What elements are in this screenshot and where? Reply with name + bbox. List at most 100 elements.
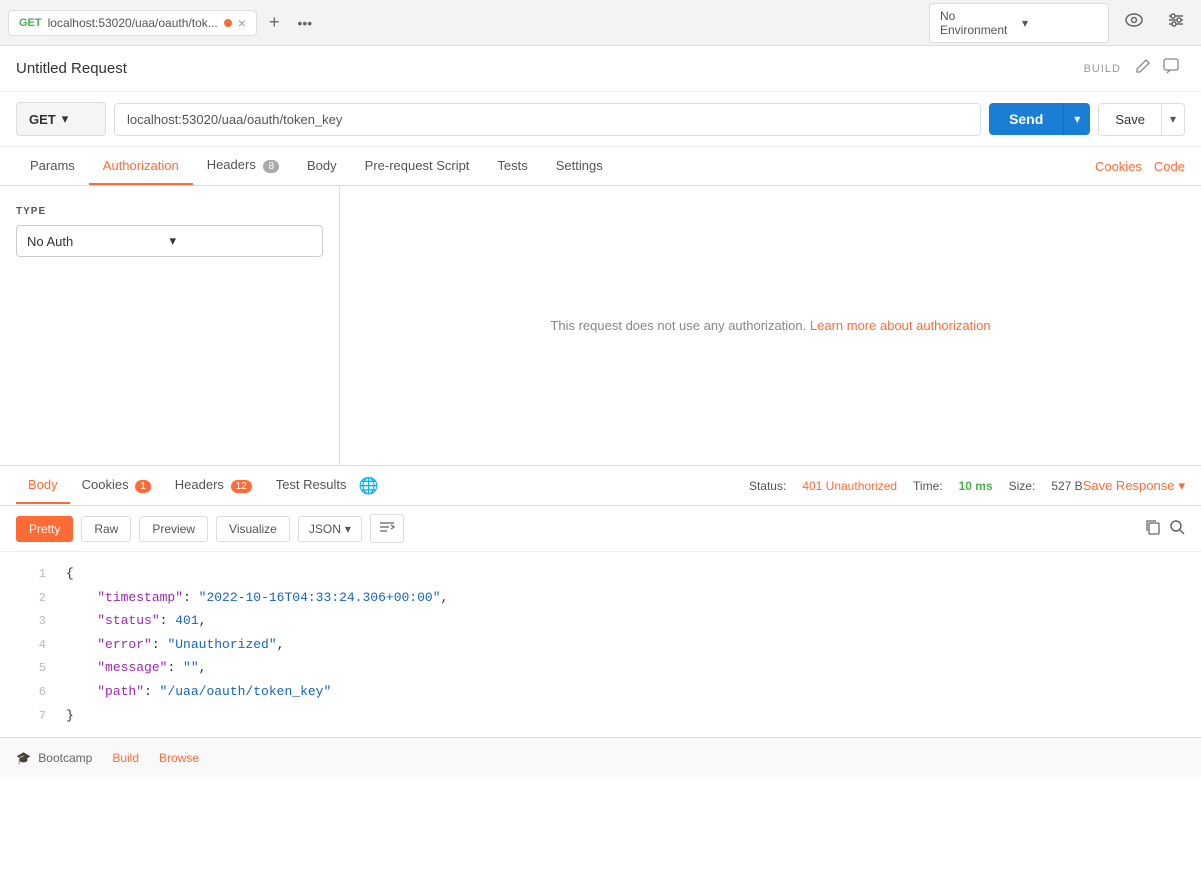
auth-type-value: No Auth bbox=[27, 234, 170, 249]
search-icon bbox=[1169, 519, 1185, 535]
json-line-4: 4 "error" : "Unauthorized" , bbox=[0, 633, 1201, 657]
time-value: 10 ms bbox=[959, 479, 993, 493]
copy-icon-button[interactable] bbox=[1145, 519, 1161, 539]
toolbar-right bbox=[1145, 519, 1185, 539]
save-button-group: Save ▾ bbox=[1098, 103, 1185, 136]
search-icon-button[interactable] bbox=[1169, 519, 1185, 539]
json-line-6: 6 "path" : "/uaa/oauth/token_key" bbox=[0, 680, 1201, 704]
top-bar: GET localhost:53020/uaa/oauth/tok... × +… bbox=[0, 0, 1201, 46]
response-tabs-bar: Body Cookies 1 Headers 12 Test Results 🌐… bbox=[0, 466, 1201, 506]
response-section: Body Cookies 1 Headers 12 Test Results 🌐… bbox=[0, 466, 1201, 737]
pretty-view-button[interactable]: Pretty bbox=[16, 516, 73, 542]
response-tab-test-results[interactable]: Test Results bbox=[264, 467, 359, 504]
preview-view-button[interactable]: Preview bbox=[139, 516, 208, 542]
build-label: BUILD bbox=[1084, 63, 1121, 75]
auth-main: This request does not use any authorizat… bbox=[340, 186, 1201, 465]
edit-icon-button[interactable] bbox=[1129, 54, 1157, 83]
auth-section: TYPE No Auth This request does not use a… bbox=[0, 186, 1201, 466]
format-select[interactable]: JSON bbox=[298, 516, 362, 542]
method-value: GET bbox=[29, 112, 56, 127]
save-button[interactable]: Save bbox=[1099, 104, 1161, 135]
status-label: Status: bbox=[749, 479, 786, 493]
env-dropdown[interactable]: No Environment bbox=[929, 3, 1109, 43]
send-dropdown-button[interactable]: ▾ bbox=[1063, 103, 1090, 135]
settings-icon-button[interactable] bbox=[1159, 7, 1193, 38]
method-select[interactable]: GET bbox=[16, 102, 106, 136]
auth-type-chevron-icon bbox=[170, 233, 313, 249]
bootcamp-label: 🎓 Bootcamp bbox=[16, 751, 92, 765]
send-button-group: Send ▾ bbox=[989, 103, 1090, 135]
tab-params[interactable]: Params bbox=[16, 148, 89, 185]
status-code: 401 Unauthorized bbox=[802, 479, 897, 493]
tab-settings[interactable]: Settings bbox=[542, 148, 617, 185]
method-chevron-icon bbox=[62, 111, 69, 127]
cookies-link[interactable]: Cookies bbox=[1095, 159, 1142, 174]
wrap-button[interactable] bbox=[370, 514, 404, 543]
size-label: Size: bbox=[1009, 479, 1036, 493]
response-toolbar: Pretty Raw Preview Visualize JSON bbox=[0, 506, 1201, 552]
browse-link[interactable]: Browse bbox=[159, 751, 199, 765]
tab-method: GET bbox=[19, 17, 42, 29]
type-label: TYPE bbox=[16, 206, 323, 217]
env-value: No Environment bbox=[940, 9, 1016, 37]
request-tab[interactable]: GET localhost:53020/uaa/oauth/tok... × bbox=[8, 10, 257, 36]
response-tab-body[interactable]: Body bbox=[16, 467, 70, 504]
tab-authorization[interactable]: Authorization bbox=[89, 148, 193, 185]
tab-url: localhost:53020/uaa/oauth/tok... bbox=[48, 16, 218, 30]
env-chevron-icon bbox=[1022, 16, 1098, 30]
tabs-right-links: Cookies Code bbox=[1095, 159, 1185, 174]
request-title: Untitled Request bbox=[16, 60, 1084, 77]
send-button[interactable]: Send bbox=[989, 103, 1063, 135]
request-tabs-bar: Params Authorization Headers 8 Body Pre-… bbox=[0, 147, 1201, 186]
comment-icon bbox=[1163, 58, 1179, 74]
json-line-7: 7 } bbox=[0, 704, 1201, 728]
format-chevron-icon bbox=[345, 522, 351, 536]
code-link[interactable]: Code bbox=[1154, 159, 1185, 174]
visualize-view-button[interactable]: Visualize bbox=[216, 516, 290, 542]
eye-icon bbox=[1125, 13, 1143, 27]
save-response-button[interactable]: Save Response ▾ bbox=[1083, 478, 1185, 494]
size-value: 527 B bbox=[1051, 479, 1082, 493]
url-input[interactable] bbox=[114, 103, 981, 136]
response-meta: Status: 401 Unauthorized Time: 10 ms Siz… bbox=[749, 479, 1083, 493]
json-line-2: 2 "timestamp" : "2022-10-16T04:33:24.306… bbox=[0, 586, 1201, 610]
response-tab-cookies[interactable]: Cookies 1 bbox=[70, 467, 163, 505]
tab-prerequest[interactable]: Pre-request Script bbox=[351, 148, 484, 185]
tab-headers[interactable]: Headers 8 bbox=[193, 147, 293, 185]
auth-sidebar: TYPE No Auth bbox=[0, 186, 340, 465]
cookies-response-badge: 1 bbox=[135, 480, 151, 493]
bottom-bar: 🎓 Bootcamp Build Browse bbox=[0, 737, 1201, 777]
unsaved-dot bbox=[224, 19, 232, 27]
env-selector: No Environment bbox=[929, 3, 1193, 43]
save-response-chevron-icon: ▾ bbox=[1178, 478, 1185, 494]
format-value: JSON bbox=[309, 522, 341, 536]
tab-tests[interactable]: Tests bbox=[483, 148, 541, 185]
edit-icon bbox=[1135, 58, 1151, 74]
save-dropdown-button[interactable]: ▾ bbox=[1161, 104, 1184, 135]
json-line-5: 5 "message" : "" , bbox=[0, 656, 1201, 680]
time-label: Time: bbox=[913, 479, 943, 493]
wrap-icon bbox=[379, 520, 395, 534]
learn-more-link[interactable]: Learn more about authorization bbox=[810, 318, 991, 333]
url-bar: GET Send ▾ Save ▾ bbox=[0, 92, 1201, 147]
raw-view-button[interactable]: Raw bbox=[81, 516, 131, 542]
json-response-body: 1 { 2 "timestamp" : "2022-10-16T04:33:24… bbox=[0, 552, 1201, 737]
more-tabs-button[interactable]: ••• bbox=[291, 13, 318, 33]
no-auth-message: This request does not use any authorizat… bbox=[550, 318, 990, 333]
auth-type-dropdown[interactable]: No Auth bbox=[16, 225, 323, 257]
json-line-3: 3 "status" : 401 , bbox=[0, 609, 1201, 633]
add-tab-button[interactable]: + bbox=[263, 10, 286, 35]
tab-body[interactable]: Body bbox=[293, 148, 351, 185]
bootcamp-icon: 🎓 bbox=[16, 751, 31, 765]
json-line-1: 1 { bbox=[0, 562, 1201, 586]
headers-response-badge: 12 bbox=[231, 480, 252, 493]
globe-icon: 🌐 bbox=[359, 476, 379, 496]
close-tab-icon[interactable]: × bbox=[238, 15, 246, 31]
headers-badge: 8 bbox=[263, 160, 279, 173]
sliders-icon bbox=[1167, 11, 1185, 29]
response-tab-headers[interactable]: Headers 12 bbox=[163, 467, 264, 505]
request-title-bar: Untitled Request BUILD bbox=[0, 46, 1201, 92]
eye-icon-button[interactable] bbox=[1117, 9, 1151, 36]
comment-icon-button[interactable] bbox=[1157, 54, 1185, 83]
build-link[interactable]: Build bbox=[112, 751, 139, 765]
